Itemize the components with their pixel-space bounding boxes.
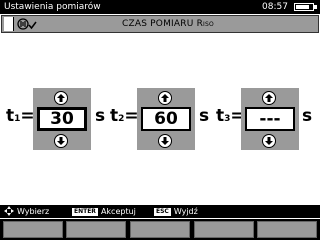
arrow-up-icon xyxy=(57,94,65,102)
esc-key-tag: ESC xyxy=(154,208,171,216)
t2-increase-button[interactable] xyxy=(158,91,172,105)
t1-value-field[interactable]: 30 xyxy=(37,107,87,131)
help-exit: ESC Wyjdź xyxy=(154,207,198,216)
t3-spinner: --- xyxy=(241,88,299,150)
dpad-icon xyxy=(4,206,14,216)
window-title: Ustawienia pomiarów xyxy=(4,2,101,12)
t3-unit: s xyxy=(302,106,313,126)
t3-increase-button[interactable] xyxy=(262,91,276,105)
softkey-3[interactable] xyxy=(130,221,190,238)
t3-decrease-button[interactable] xyxy=(262,134,276,148)
battery-icon xyxy=(294,3,317,11)
help-bar: Wybierz ENTER Akceptuj ESC Wyjdź xyxy=(0,205,320,218)
t3-value-field[interactable]: --- xyxy=(245,107,295,131)
subheader: CZAS POMIARU RISO xyxy=(1,15,319,33)
help-accept: ENTER Akceptuj xyxy=(72,207,136,216)
t2-unit: s xyxy=(199,106,210,126)
title-bar: Ustawienia pomiarów 08:57 xyxy=(0,0,320,14)
enter-key-tag: ENTER xyxy=(72,208,98,216)
arrow-down-icon xyxy=(161,137,169,145)
insulation-meter-check-icon xyxy=(17,18,37,30)
t2-value-field[interactable]: 60 xyxy=(141,107,191,131)
t1-spinner: 30 xyxy=(33,88,91,150)
heading-subscript: ISO xyxy=(203,21,214,28)
softkey-4[interactable] xyxy=(194,221,254,238)
screen: Ustawienia pomiarów 08:57 CZAS POMIARU R… xyxy=(0,0,320,240)
arrow-up-icon xyxy=(161,94,169,102)
t2-label: t2= xyxy=(110,106,139,126)
page-heading: CZAS POMIARU RISO xyxy=(122,19,214,29)
softkey-2[interactable] xyxy=(66,221,126,238)
arrow-down-icon xyxy=(57,137,65,145)
t2-decrease-button[interactable] xyxy=(158,134,172,148)
t2-spinner: 60 xyxy=(137,88,195,150)
softkey-bar xyxy=(0,219,320,240)
clock: 08:57 xyxy=(262,2,288,12)
tab-corner xyxy=(4,17,14,31)
t1-label: t1= xyxy=(6,106,35,126)
arrow-up-icon xyxy=(265,94,273,102)
t1-increase-button[interactable] xyxy=(54,91,68,105)
help-select: Wybierz xyxy=(4,205,49,218)
t1-decrease-button[interactable] xyxy=(54,134,68,148)
t1-unit: s xyxy=(95,106,106,126)
softkey-1[interactable] xyxy=(3,221,63,238)
softkey-5[interactable] xyxy=(257,221,317,238)
arrow-down-icon xyxy=(265,137,273,145)
